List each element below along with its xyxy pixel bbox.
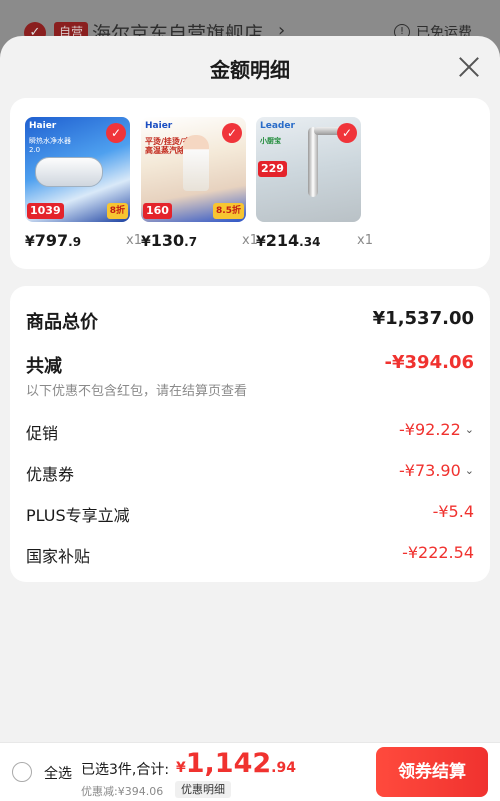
checkout-total: ¥1,142.94 bbox=[176, 748, 296, 779]
chevron-down-icon: ⌄ bbox=[464, 464, 474, 477]
sheet-title: 金额明细 bbox=[210, 58, 290, 82]
products-card: Haier 瞬热水净水器2.0 1039 8折 ✓ ¥797.9 x1 Haie… bbox=[10, 98, 490, 269]
water-heater-image bbox=[35, 157, 103, 187]
coupon-label: 优惠券 bbox=[26, 465, 75, 484]
product-price: ¥214.34 bbox=[256, 231, 321, 250]
plus-discount-label: PLUS专享立减 bbox=[26, 506, 130, 525]
image-promo-tag: 8.5折 bbox=[213, 203, 244, 219]
faucet-image bbox=[308, 127, 318, 197]
price-summary-card: 商品总价 ¥1,537.00 共减 -¥394.06 以下优惠不包含红包，请在结… bbox=[10, 286, 490, 582]
brand-logo: Leader bbox=[260, 121, 295, 131]
promotion-value: -¥92.22 ⌄ bbox=[399, 420, 474, 439]
chevron-down-icon: ⌄ bbox=[464, 423, 474, 436]
checkout-bar: 全选 已选3件,合计: ¥1,142.94 优惠减:¥394.06 优惠明细 领… bbox=[0, 742, 500, 801]
checkout-button[interactable]: 领券结算 bbox=[376, 747, 488, 797]
product-quantity: x1 bbox=[357, 233, 373, 248]
reduction-note: 以下优惠不包含红包，请在结算页查看 bbox=[26, 384, 248, 399]
discount-detail-button[interactable]: 优惠明细 bbox=[175, 781, 231, 798]
selected-check-icon: ✓ bbox=[106, 123, 126, 143]
selected-check-icon: ✓ bbox=[222, 123, 242, 143]
promotion-label: 促销 bbox=[26, 424, 59, 443]
close-icon[interactable] bbox=[456, 54, 482, 80]
total-price-value: ¥1,537.00 bbox=[372, 308, 474, 329]
model-figure-image bbox=[183, 135, 209, 191]
image-price-tag: 229 bbox=[258, 161, 287, 177]
product-image[interactable]: Leader 小厨宝 229 ✓ bbox=[256, 117, 361, 222]
select-all-label[interactable]: 全选 bbox=[44, 763, 72, 783]
amount-detail-sheet: 金额明细 Haier 瞬热水净水器2.0 1039 8折 ✓ ¥797.9 x1… bbox=[0, 36, 500, 742]
product-price: ¥797.9 bbox=[25, 231, 82, 250]
image-promo-tag: 8折 bbox=[106, 203, 128, 219]
product-price: ¥130.7 bbox=[141, 231, 198, 250]
product-tagline: 瞬热水净水器2.0 bbox=[29, 137, 71, 154]
selected-count-text: 已选3件,合计: bbox=[81, 762, 170, 778]
total-reduction-label: 共减 bbox=[26, 356, 62, 377]
national-subsidy-value: -¥222.54 bbox=[402, 543, 474, 562]
total-price-label: 商品总价 bbox=[26, 312, 98, 333]
coupon-value: -¥73.90 ⌄ bbox=[399, 461, 474, 480]
brand-logo: Haier bbox=[29, 121, 57, 131]
brand-logo: Haier bbox=[145, 121, 173, 131]
total-reduction-value: -¥394.06 bbox=[384, 352, 474, 373]
product-image[interactable]: Haier 瞬热水净水器2.0 1039 8折 ✓ bbox=[25, 117, 130, 222]
product-tagline: 小厨宝 bbox=[260, 137, 281, 145]
select-all-radio[interactable] bbox=[12, 762, 32, 782]
selected-check-icon: ✓ bbox=[337, 123, 357, 143]
product-image[interactable]: Haier 平烫/挂烫/衣架 高温蒸汽除菌 160 8.5折 ✓ bbox=[141, 117, 246, 222]
discount-note: 优惠减:¥394.06 bbox=[81, 785, 164, 798]
image-price-tag: 1039 bbox=[27, 203, 64, 219]
national-subsidy-label: 国家补贴 bbox=[26, 547, 91, 566]
product-quantity: x1 bbox=[126, 233, 142, 248]
plus-discount-value: -¥5.4 bbox=[432, 502, 474, 521]
image-price-tag: 160 bbox=[143, 203, 172, 219]
